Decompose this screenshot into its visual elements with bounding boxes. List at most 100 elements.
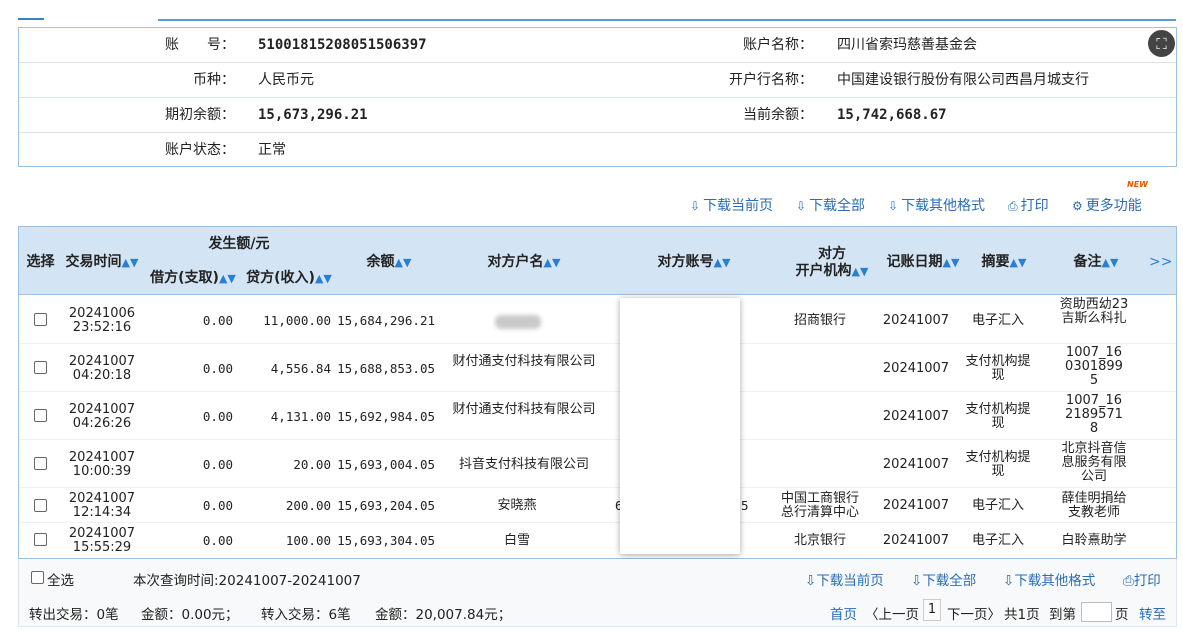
col-counterparty[interactable]: 对方户名▲▼ xyxy=(479,254,569,271)
current-balance: 15,742,668.67 xyxy=(837,107,947,123)
row-counterparty: 白雪 xyxy=(503,533,530,548)
footer-download-other-link[interactable]: ⇩下载其他格式 xyxy=(1003,569,1095,589)
sort-icon[interactable]: ▲▼ xyxy=(1010,256,1027,269)
row-credit: 100.00 xyxy=(285,533,331,548)
row-time: 20241007 04:26:26 xyxy=(68,402,136,431)
tab-divider xyxy=(158,19,1176,21)
sort-icon[interactable]: ▲▼ xyxy=(544,256,561,269)
row-credit: 20.00 xyxy=(293,457,331,472)
stats-out: 转出交易：0笔 xyxy=(29,607,119,623)
account-number: 51001815208051506397 xyxy=(258,37,427,53)
row-post-date: 20241007 xyxy=(882,313,950,328)
active-tab-indicator xyxy=(18,18,44,20)
row-checkbox[interactable] xyxy=(34,533,47,546)
col-post-date[interactable]: 记账日期▲▼ xyxy=(885,254,961,271)
row-checkbox[interactable] xyxy=(34,313,47,326)
row-bank: 中国工商银行总行清算中心 xyxy=(780,491,859,520)
row-balance: 15,688,853.05 xyxy=(337,361,435,376)
sort-icon[interactable]: ▲▼ xyxy=(852,265,869,278)
table-footer: 全选 本次查询时间:20241007-20241007 ⇩下载当前页 ⇩下载全部… xyxy=(18,559,1177,627)
scroll-right-icon[interactable]: >> xyxy=(1149,254,1172,271)
row-balance: 15,693,304.05 xyxy=(337,533,435,548)
status-label: 账户状态： xyxy=(165,142,235,158)
download-other-link[interactable]: ⇩ 下载其他格式 xyxy=(888,195,985,214)
goto-button[interactable]: 转至 xyxy=(1139,603,1166,623)
row-time: 20241007 12:14:34 xyxy=(68,491,136,520)
col-balance[interactable]: 余额▲▼ xyxy=(359,254,419,271)
print-link[interactable]: ⎙ 打印 xyxy=(1008,195,1049,214)
col-credit[interactable]: 贷方(收入)▲▼ xyxy=(243,270,335,287)
footer-download-all-link[interactable]: ⇩下载全部 xyxy=(911,569,976,589)
row-post-date: 20241007 xyxy=(882,457,950,472)
fullscreen-icon[interactable]: ⛶ xyxy=(1148,30,1175,57)
row-time: 20241007 15:55:29 xyxy=(68,526,136,555)
row-counterparty: 财付通支付科技有限公司 xyxy=(452,402,596,417)
row-checkbox[interactable] xyxy=(34,499,47,512)
download-all-link[interactable]: ⇩ 下载全部 xyxy=(796,195,865,214)
account-row-currency: 币种： 人民币元 开户行名称： 中国建设银行股份有限公司西昌月城支行 xyxy=(19,63,1176,98)
row-remark: 资助西幼23吉斯么科扎 xyxy=(1059,297,1129,326)
total-pages: 共1页 xyxy=(1004,607,1040,623)
col-summary[interactable]: 摘要▲▼ xyxy=(981,254,1027,271)
row-balance: 15,684,296.21 xyxy=(337,313,435,328)
goto-page-input[interactable] xyxy=(1081,602,1112,622)
row-debit: 0.00 xyxy=(202,409,233,424)
row-time: 20241006 23:52:16 xyxy=(68,306,136,335)
row-credit: 4,556.84 xyxy=(270,361,331,376)
select-all-checkbox[interactable] xyxy=(31,571,44,584)
account-row-balance: 期初余额： 15,673,296.21 当前余额： 15,742,668.67 xyxy=(19,98,1176,133)
col-time[interactable]: 交易时间▲▼ xyxy=(64,254,140,271)
row-remark: 1007_1621895718 xyxy=(1065,393,1123,436)
new-badge: NEW xyxy=(1127,180,1148,189)
row-checkbox[interactable] xyxy=(34,361,47,374)
col-debit[interactable]: 借方(支取)▲▼ xyxy=(145,270,241,287)
printer-icon: ⎙ xyxy=(1008,199,1018,213)
footer-print-link[interactable]: ⎙打印 xyxy=(1123,569,1161,589)
stats-out-amount: 金额：0.00元； xyxy=(141,607,239,623)
prev-page-link[interactable]: 〈上一页 xyxy=(865,603,919,623)
sort-icon[interactable]: ▲▼ xyxy=(219,272,236,285)
col-remark[interactable]: 备注▲▼ xyxy=(1073,254,1119,271)
next-page-link[interactable]: 下一页〉 xyxy=(947,603,1001,623)
row-checkbox[interactable] xyxy=(34,409,47,422)
row-debit: 0.00 xyxy=(202,498,233,513)
sort-icon[interactable]: ▲▼ xyxy=(943,256,960,269)
row-counterparty: 抖音支付科技有限公司 xyxy=(458,457,589,472)
row-summary: 支付机构提现 xyxy=(965,402,1031,431)
col-counter-account[interactable]: 对方账号▲▼ xyxy=(649,254,739,271)
col-counter-bank[interactable]: 对方 开户机构▲▼ xyxy=(787,246,877,280)
row-time: 20241007 10:00:39 xyxy=(68,450,136,479)
sort-icon[interactable]: ▲▼ xyxy=(714,256,731,269)
first-page-link[interactable]: 首页 xyxy=(830,603,857,623)
account-number-label: 账 号： xyxy=(165,37,235,53)
row-bank: 北京银行 xyxy=(793,533,846,548)
more-functions-link[interactable]: ⚙ 更多功能 xyxy=(1072,195,1142,214)
col-select: 选择 xyxy=(26,254,55,270)
sort-icon[interactable]: ▲▼ xyxy=(315,272,332,285)
redacted-name xyxy=(495,315,541,329)
row-post-date: 20241007 xyxy=(882,498,950,513)
bank-label: 开户行名称： xyxy=(729,72,813,88)
current-page[interactable]: 1 xyxy=(923,599,941,621)
account-name-label: 账户名称： xyxy=(743,37,813,53)
row-credit: 11,000.00 xyxy=(263,313,331,328)
account-row-status: 账户状态： 正常 xyxy=(19,133,1176,168)
sort-icon[interactable]: ▲▼ xyxy=(122,256,139,269)
footer-download-page-link[interactable]: ⇩下载当前页 xyxy=(805,569,884,589)
table-row: 20241007 04:26:26 0.00 4,131.00 15,692,98… xyxy=(19,392,1176,440)
row-summary: 电子汇入 xyxy=(971,533,1024,548)
download-icon: ⇩ xyxy=(805,573,817,589)
transaction-table: 选择 交易时间▲▼ 发生额/元 借方(支取)▲▼ 贷方(收入)▲▼ 余额▲▼ 对… xyxy=(18,226,1177,559)
row-remark: 白聆熹助学 xyxy=(1061,533,1127,548)
page-unit-label: 页 xyxy=(1115,607,1129,623)
sort-icon[interactable]: ▲▼ xyxy=(395,256,412,269)
query-time: 本次查询时间:20241007-20241007 xyxy=(133,573,361,589)
sort-icon[interactable]: ▲▼ xyxy=(1102,256,1119,269)
row-remark: 薛佳明捐给支教老师 xyxy=(1061,491,1127,520)
select-all-label[interactable]: 全选 xyxy=(47,569,74,589)
download-icon: ⇩ xyxy=(1003,573,1015,589)
download-icon: ⇩ xyxy=(911,573,923,589)
table-row: 20241007 12:14:34 0.00 200.00 15,693,204.… xyxy=(19,488,1176,523)
download-page-link[interactable]: ⇩ 下载当前页 xyxy=(690,195,773,214)
row-checkbox[interactable] xyxy=(34,457,47,470)
